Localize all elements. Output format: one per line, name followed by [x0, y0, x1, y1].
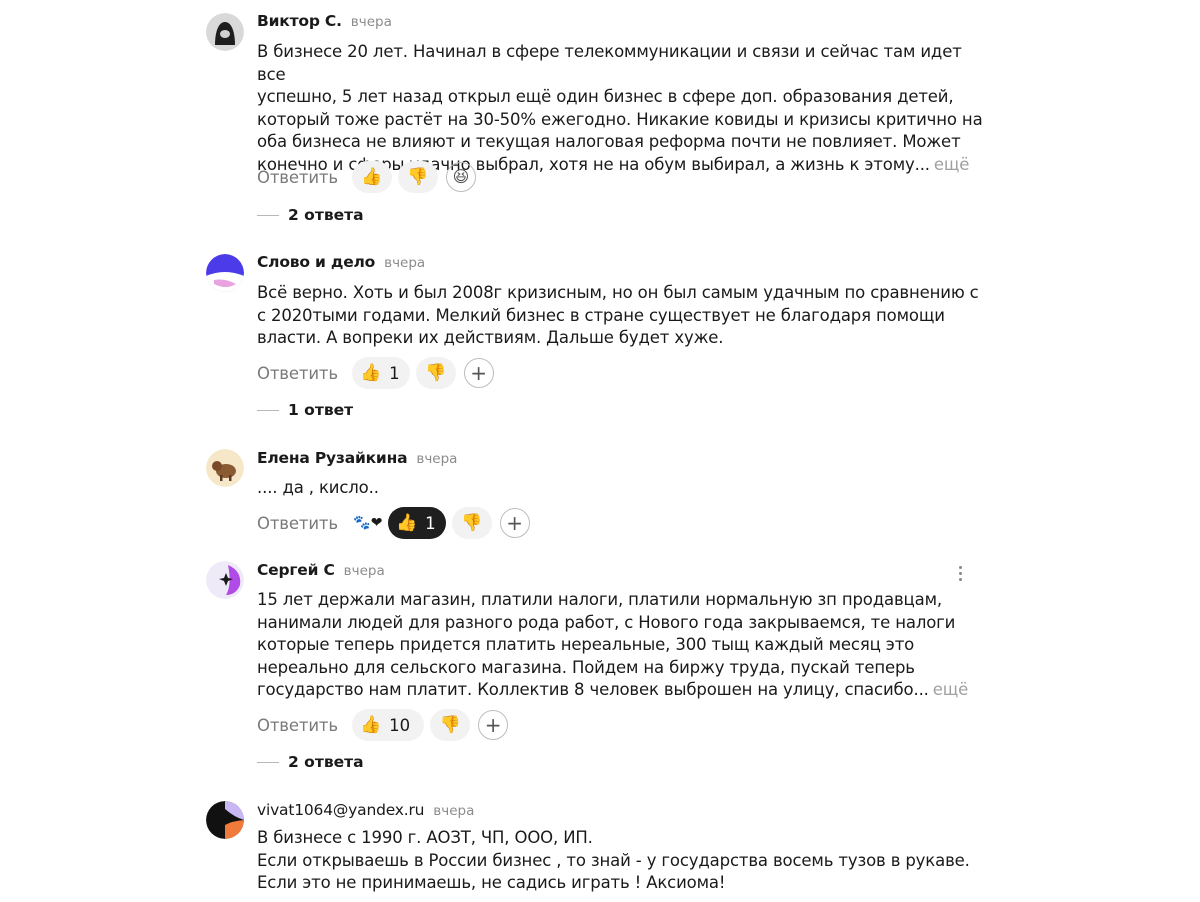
- author-name[interactable]: Слово и дело: [257, 253, 375, 271]
- add-reaction-button[interactable]: 😆: [445, 162, 476, 192]
- replies-line: [257, 761, 279, 763]
- replies-count: 1 ответ: [288, 401, 354, 419]
- add-reaction-button[interactable]: +: [463, 358, 494, 388]
- comment-header: Слово и дело вчера: [257, 253, 425, 275]
- thumbs-up-icon: 👍: [395, 512, 418, 533]
- text-line: успешно, 5 лет назад открыл ещё один биз…: [257, 87, 954, 107]
- replies-toggle[interactable]: 2 ответа: [257, 753, 364, 771]
- comment-text: .... да , кисло..: [257, 477, 987, 500]
- plus-icon: +: [470, 361, 487, 385]
- comment-actions: Ответить 👍 👎 😆: [257, 161, 476, 193]
- read-more-link[interactable]: ещё: [934, 155, 970, 174]
- like-count: 1: [425, 513, 436, 533]
- reply-button[interactable]: Ответить: [257, 716, 338, 735]
- thumbs-down-icon: 👎: [407, 166, 429, 187]
- comment-time: вчера: [384, 255, 426, 271]
- author-name[interactable]: vivat1064@yandex.ru: [257, 801, 424, 819]
- author-name[interactable]: Сергей С: [257, 561, 335, 579]
- replies-count: 2 ответа: [288, 753, 364, 771]
- thumbs-up-icon: 👍: [361, 166, 383, 187]
- text-line: который тоже растёт на 30-50% ежегодно. …: [257, 109, 983, 129]
- replies-toggle[interactable]: 2 ответа: [257, 206, 364, 224]
- like-button[interactable]: 👍 1: [351, 357, 410, 389]
- text-line: оба бизнеса не влияют и текущая налогова…: [257, 132, 961, 152]
- comment-header: Сергей С вчера: [257, 561, 385, 583]
- replies-line: [257, 409, 279, 411]
- text-line: 15 лет держали магазин, платили налоги, …: [257, 590, 942, 609]
- comment-header: Елена Рузайкина вчера: [257, 449, 457, 471]
- heart-reaction-icon: 🐾❤: [353, 515, 383, 531]
- plus-icon: +: [484, 713, 502, 737]
- text-line-last: государство нам платит. Коллектив 8 чело…: [257, 679, 987, 702]
- dislike-button[interactable]: 👎: [430, 709, 471, 741]
- text-line: Если это не принимаешь, не садись играть…: [257, 873, 726, 893]
- thumbs-down-icon: 👎: [425, 362, 447, 383]
- dislike-button[interactable]: 👎: [451, 507, 492, 539]
- comment-text: 15 лет держали магазин, платили налоги, …: [257, 589, 987, 702]
- comment-time: вчера: [416, 451, 458, 467]
- text-line: В бизнесе с 1990 г. АОЗТ, ЧП, ООО, ИП.: [257, 828, 593, 847]
- text-line: государство нам платит. Коллектив 8 чело…: [257, 680, 929, 700]
- comment-time: вчера: [433, 803, 475, 819]
- text-line: нанимали людей для разного рода работ, с…: [257, 612, 956, 632]
- avatar[interactable]: [206, 254, 244, 292]
- read-more-link[interactable]: ещё: [933, 680, 969, 699]
- more-vertical-icon[interactable]: [953, 562, 967, 584]
- comment-actions: Ответить 🐾❤ 👍 1 👎 +: [257, 507, 530, 539]
- reactors-avatars[interactable]: 🐾❤: [352, 507, 384, 539]
- comment-text: Всё верно. Хоть и был 2008г кризисным, н…: [257, 282, 987, 350]
- text-line: власти. А вопреки их действиям. Дальше б…: [257, 328, 724, 348]
- like-count: 1: [389, 363, 400, 383]
- author-name[interactable]: Виктор С.: [257, 12, 342, 30]
- thumbs-down-icon: 👎: [461, 512, 483, 533]
- avatar[interactable]: [206, 801, 244, 839]
- reply-button[interactable]: Ответить: [257, 364, 338, 383]
- text-line: Если открываешь в России бизнес , то зна…: [257, 850, 970, 870]
- comment-actions: Ответить 👍 10 👎 +: [257, 709, 509, 741]
- text-line: с 2020тыми годами. Мелкий бизнес в стран…: [257, 305, 945, 325]
- comment-text: В бизнесе с 1990 г. АОЗТ, ЧП, ООО, ИП. Е…: [257, 827, 987, 895]
- comment-header: vivat1064@yandex.ru вчера: [257, 801, 474, 823]
- reply-button[interactable]: Ответить: [257, 168, 338, 187]
- thumbs-down-icon: 👎: [439, 714, 461, 735]
- text-line: нереально для сельского магазина. Пойдем…: [257, 657, 915, 677]
- comment-time: вчера: [343, 563, 385, 579]
- comment-header: Виктор С. вчера: [257, 12, 392, 34]
- thumbs-up-icon: 👍: [359, 714, 382, 735]
- add-reaction-button[interactable]: +: [499, 508, 530, 538]
- dislike-button[interactable]: 👎: [397, 161, 438, 193]
- avatar[interactable]: [206, 561, 244, 599]
- replies-count: 2 ответа: [288, 206, 364, 224]
- like-button[interactable]: 👍: [351, 161, 392, 193]
- thumbs-up-icon: 👍: [359, 362, 382, 383]
- comment-actions: Ответить 👍 1 👎 +: [257, 357, 494, 389]
- text-line: которые теперь придется платить нереальн…: [257, 635, 915, 655]
- avatar[interactable]: [206, 449, 244, 487]
- text-line: .... да , кисло..: [257, 478, 379, 497]
- avatar[interactable]: [206, 13, 244, 51]
- comment-text: В бизнесе 20 лет. Начинал в сфере телеко…: [257, 41, 987, 177]
- comment-time: вчера: [350, 14, 392, 30]
- like-count: 10: [389, 715, 411, 735]
- replies-toggle[interactable]: 1 ответ: [257, 401, 353, 419]
- like-button-active[interactable]: 👍 1: [387, 507, 446, 539]
- author-name[interactable]: Елена Рузайкина: [257, 449, 408, 467]
- laughing-face-icon: 😆: [452, 167, 470, 186]
- dislike-button[interactable]: 👎: [415, 357, 456, 389]
- add-reaction-button[interactable]: +: [478, 710, 509, 740]
- text-line: В бизнесе 20 лет. Начинал в сфере телеко…: [257, 42, 962, 84]
- text-line: Всё верно. Хоть и был 2008г кризисным, н…: [257, 283, 979, 302]
- replies-line: [257, 214, 279, 216]
- like-button[interactable]: 👍 10: [351, 709, 425, 741]
- reply-button[interactable]: Ответить: [257, 514, 338, 533]
- plus-icon: +: [506, 511, 523, 535]
